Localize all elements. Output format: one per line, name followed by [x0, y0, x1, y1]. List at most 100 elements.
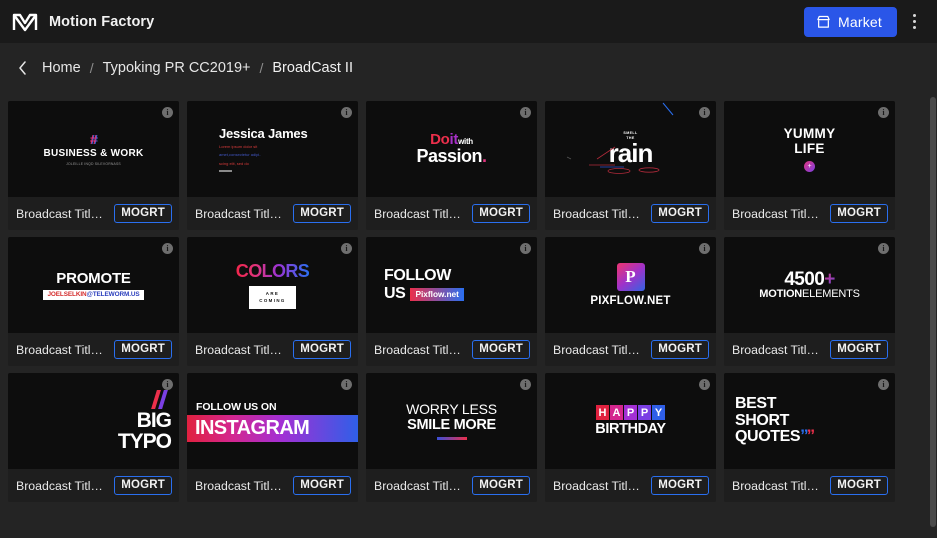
mogrt-badge[interactable]: MOGRT [114, 340, 172, 359]
card-title: Broadcast Title 12 [195, 478, 288, 493]
info-icon[interactable]: i [699, 107, 710, 118]
art-line: amet,consectetur adipi- [219, 152, 261, 158]
title-bar: Motion Factory Market [0, 0, 937, 43]
art-letter-tile: H [596, 405, 609, 420]
card-title: Broadcast Title 01 [16, 206, 109, 221]
template-card[interactable]: H A P P Y BIRTHDAY i Broadcast Title 14 … [545, 373, 716, 502]
art-line2: US [384, 284, 406, 302]
mogrt-badge[interactable]: MOGRT [472, 204, 530, 223]
template-thumbnail[interactable]: PROMOTE JOELSELKIN@TELEWORM.US i [8, 237, 179, 333]
info-icon[interactable]: i [878, 379, 889, 390]
template-thumbnail[interactable]: BIG TYPO i [8, 373, 179, 469]
card-footer: Broadcast Title 14 MOGRT [545, 469, 716, 502]
info-icon[interactable]: i [520, 379, 531, 390]
scrollbar-thumb[interactable] [930, 97, 936, 527]
template-card[interactable]: # BUSINESS & WORK JOLEILLE INQD SILEVORN… [8, 101, 179, 230]
thumbnail-art-business-and-work: # BUSINESS & WORK JOLEILLE INQD SILEVORN… [8, 101, 179, 197]
template-card[interactable]: Jessica James Lorem ipsum dolor sit amet… [187, 101, 358, 230]
template-thumbnail[interactable]: FOLLOW US ON INSTAGRAM i [187, 373, 358, 469]
template-card[interactable]: FOLLOW US ON INSTAGRAM i Broadcast Title… [187, 373, 358, 502]
template-card[interactable]: PROMOTE JOELSELKIN@TELEWORM.US i Broadca… [8, 237, 179, 366]
mogrt-badge[interactable]: MOGRT [114, 476, 172, 495]
template-card[interactable]: WORRY LESS SMILE MORE i Broadcast Title … [366, 373, 537, 502]
art-underline [436, 437, 467, 440]
mogrt-badge[interactable]: MOGRT [651, 204, 709, 223]
art-subtext: JOLEILLE INQD SILEVORNASS [66, 162, 121, 166]
title-bar-actions: Market [804, 6, 927, 37]
info-icon[interactable]: i [162, 243, 173, 254]
art-word-elements: ELEMENTS [802, 288, 860, 300]
info-icon[interactable]: i [699, 243, 710, 254]
card-title: Broadcast Title 05 [732, 206, 825, 221]
info-icon[interactable]: i [699, 379, 710, 390]
template-thumbnail[interactable]: SMELL THE rain i [545, 101, 716, 197]
card-footer: Broadcast Title 02 MOGRT [187, 197, 358, 230]
art-badge: Pixflow.net [410, 287, 464, 301]
template-thumbnail[interactable]: YUMMY LIFE + i [724, 101, 895, 197]
mogrt-badge[interactable]: MOGRT [830, 204, 888, 223]
mogrt-badge[interactable]: MOGRT [293, 204, 351, 223]
card-title: Broadcast Title 03 [374, 206, 467, 221]
brand: Motion Factory [12, 11, 154, 33]
art-line2: SMILE MORE [407, 417, 496, 434]
art-email-domain: TELEWORM.US [92, 291, 140, 298]
info-icon[interactable]: i [878, 107, 889, 118]
market-button[interactable]: Market [804, 6, 897, 37]
back-button[interactable] [14, 58, 30, 78]
template-thumbnail[interactable]: WORRY LESS SMILE MORE i [366, 373, 537, 469]
art-letter-tile: A [610, 405, 623, 420]
market-button-label: Market [838, 13, 882, 30]
template-card[interactable]: SMELL THE rain i Broadcast Title 04 MOGR… [545, 101, 716, 230]
card-footer: Broadcast Title 10 MOGRT [724, 333, 895, 366]
card-footer: Broadcast Title 13 MOGRT [366, 469, 537, 502]
info-icon[interactable]: i [341, 379, 352, 390]
art-line2: Passion. [416, 146, 486, 167]
template-thumbnail[interactable]: Jessica James Lorem ipsum dolor sit amet… [187, 101, 358, 197]
template-thumbnail[interactable]: Doitwith Passion. i [366, 101, 537, 197]
scrollbar-track[interactable] [929, 93, 937, 538]
template-card[interactable]: BEST SHORT QUOTES ” ” i Broadcast Title … [724, 373, 895, 502]
kebab-menu-icon[interactable] [901, 7, 927, 37]
template-card[interactable]: 4500+ MOTIONELEMENTS i Broadcast Title 1… [724, 237, 895, 366]
art-line1: BEST [735, 395, 777, 413]
mogrt-badge[interactable]: MOGRT [472, 340, 530, 359]
chevron-left-icon [18, 61, 26, 75]
breadcrumb-item-typoking[interactable]: Typoking PR CC2019+ [103, 60, 251, 76]
info-icon[interactable]: i [520, 107, 531, 118]
art-letter-tile: P [624, 405, 637, 420]
template-card[interactable]: COLORS ARE COMING i Broadcast Title 07 M… [187, 237, 358, 366]
template-card[interactable]: BIG TYPO i Broadcast Title 11 MOGRT [8, 373, 179, 502]
template-thumbnail[interactable]: H A P P Y BIRTHDAY i [545, 373, 716, 469]
mogrt-badge[interactable]: MOGRT [114, 204, 172, 223]
template-thumbnail[interactable]: FOLLOW US Pixflow.net i [366, 237, 537, 333]
template-card[interactable]: P PIXFLOW.NET i Broadcast Title 09 MOGRT [545, 237, 716, 366]
info-icon[interactable]: i [341, 107, 352, 118]
mogrt-badge[interactable]: MOGRT [830, 340, 888, 359]
template-card[interactable]: FOLLOW US Pixflow.net i Broadcast Title … [366, 237, 537, 366]
template-card[interactable]: Doitwith Passion. i Broadcast Title 03 M… [366, 101, 537, 230]
mogrt-badge[interactable]: MOGRT [472, 476, 530, 495]
art-badge: + [804, 161, 815, 172]
mogrt-badge[interactable]: MOGRT [651, 340, 709, 359]
template-thumbnail[interactable]: P PIXFLOW.NET i [545, 237, 716, 333]
template-thumbnail[interactable]: 4500+ MOTIONELEMENTS i [724, 237, 895, 333]
info-icon[interactable]: i [878, 243, 889, 254]
art-line3: QUOTES [735, 428, 801, 446]
mogrt-badge[interactable]: MOGRT [293, 340, 351, 359]
template-thumbnail[interactable]: COLORS ARE COMING i [187, 237, 358, 333]
card-title: Broadcast Title 08 [374, 342, 467, 357]
info-icon[interactable]: i [162, 107, 173, 118]
mogrt-badge[interactable]: MOGRT [651, 476, 709, 495]
mogrt-badge[interactable]: MOGRT [293, 476, 351, 495]
card-title: Broadcast Title 11 [16, 478, 109, 493]
template-thumbnail[interactable]: # BUSINESS & WORK JOLEILLE INQD SILEVORN… [8, 101, 179, 197]
info-icon[interactable]: i [341, 243, 352, 254]
info-icon[interactable]: i [162, 379, 173, 390]
mogrt-badge[interactable]: MOGRT [830, 476, 888, 495]
breadcrumb-item-home[interactable]: Home [42, 60, 81, 76]
info-icon[interactable]: i [520, 243, 531, 254]
template-thumbnail[interactable]: BEST SHORT QUOTES ” ” i [724, 373, 895, 469]
template-card[interactable]: YUMMY LIFE + i Broadcast Title 05 MOGRT [724, 101, 895, 230]
art-bar [219, 170, 232, 173]
art-line2: BIRTHDAY [595, 421, 666, 437]
